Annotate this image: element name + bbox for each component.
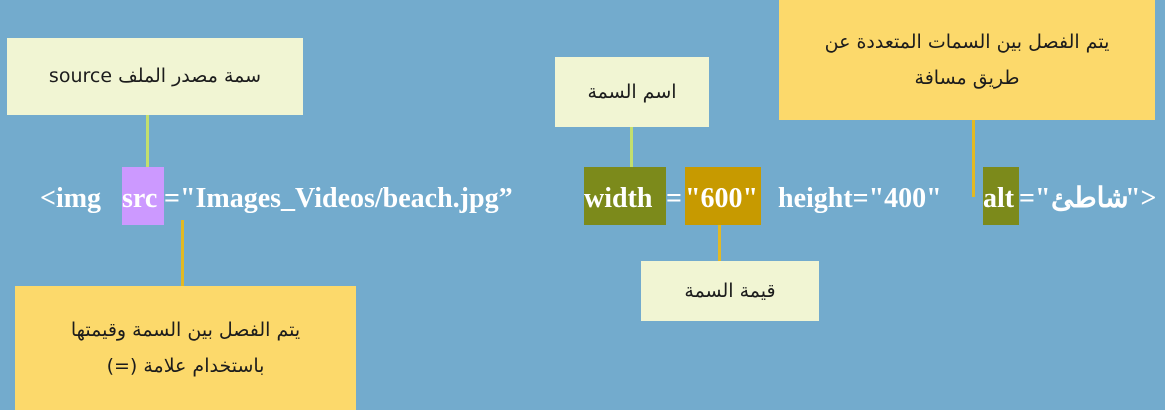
callout-name-value-line1: يتم الفصل بين السمة وقيمتها	[70, 318, 301, 341]
callout-attribute-name-text: اسم السمة	[587, 80, 677, 103]
code-src-value: ="Images_Videos/beach.jpg”	[164, 183, 513, 214]
code-img-open: <img	[40, 183, 102, 214]
callout-multiple-attributes-line2: طريق مسافة	[914, 67, 1020, 89]
callout-multiple-attributes-line1: يتم الفصل بين السمات المتعددة عن	[824, 30, 1110, 53]
code-close: ">	[1125, 183, 1157, 214]
code-height-attribute: height="400"	[778, 183, 942, 214]
code-width-equals: =	[666, 183, 682, 214]
code-alt-equals: ="	[1019, 183, 1051, 214]
callout-source-attribute-text: سمة مصدر الملف source	[48, 65, 262, 88]
callout-name-value-line2: باستخدام علامة (=)	[106, 355, 265, 377]
callout-attribute-value-text: قيمة السمة	[684, 279, 776, 302]
callout-attribute-name: اسم السمة	[555, 57, 709, 127]
callout-multiple-attributes-separator: يتم الفصل بين السمات المتعددة عن طريق مس…	[779, 0, 1155, 120]
code-src-attribute: src	[122, 167, 164, 225]
callout-attribute-value: قيمة السمة	[641, 261, 819, 321]
code-width-attribute: width	[584, 167, 666, 225]
code-width-value: "600"	[685, 167, 761, 225]
code-alt-attribute: alt	[983, 167, 1019, 225]
connector-attribute-value	[718, 225, 721, 261]
img-tag-code-line: <img src ="Images_Videos/beach.jpg” widt…	[40, 167, 1160, 225]
callout-name-value-separator: يتم الفصل بين السمة وقيمتها باستخدام علا…	[15, 286, 356, 410]
code-alt-value: شاطئ	[1051, 183, 1129, 214]
connector-name-value-separator	[181, 220, 184, 286]
connector-source-attribute	[146, 115, 149, 175]
callout-source-attribute: سمة مصدر الملف source	[7, 38, 303, 115]
